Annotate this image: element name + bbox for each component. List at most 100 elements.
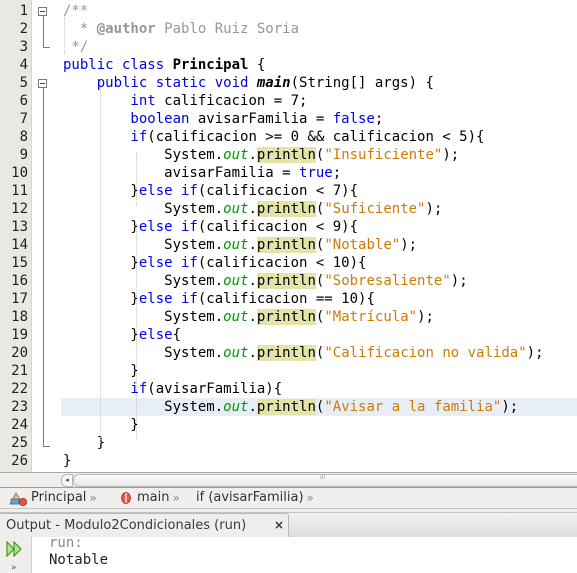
scroll-left-button[interactable]: ◂ bbox=[61, 474, 73, 487]
method-token: println bbox=[256, 201, 316, 217]
code-token: (calificacion == 10){ bbox=[197, 291, 375, 307]
indent-guide bbox=[136, 224, 137, 242]
code-line[interactable]: */ bbox=[63, 38, 88, 56]
code-token: avisarFamilia = bbox=[197, 111, 333, 127]
line-number: 8 bbox=[19, 129, 28, 145]
code-line[interactable]: System.out.println("Notable"); bbox=[63, 236, 417, 254]
code-line[interactable]: System.out.println("Suficiente"); bbox=[63, 200, 442, 218]
line-number: 16 bbox=[11, 273, 28, 289]
keyword-token: else bbox=[138, 327, 173, 343]
comment-token: @author bbox=[96, 21, 156, 37]
line-number: 15 bbox=[11, 255, 28, 271]
method-token: println bbox=[256, 309, 316, 325]
code-line[interactable]: System.out.println("Insuficiente"); bbox=[63, 146, 459, 164]
line-number-gutter: 1 2 3 4 5 6 7 8 9 10 11 12 13 14 15 16 17 18 19 20 21 22 23 24 2… bbox=[0, 0, 32, 472]
code-line[interactable]: }else{ bbox=[63, 326, 181, 344]
code-token: (String[] args) { bbox=[290, 75, 434, 91]
code-line[interactable]: /** bbox=[63, 2, 88, 20]
close-icon[interactable]: × bbox=[274, 514, 284, 537]
fold-line bbox=[43, 16, 44, 48]
horizontal-scrollbar[interactable]: ◂ III bbox=[0, 472, 577, 487]
code-line[interactable]: System.out.println("Sobresaliente"); bbox=[63, 272, 468, 290]
code-line[interactable]: if(calificacion >= 0 && calificacion < 5… bbox=[63, 128, 484, 146]
code-line[interactable]: if(avisarFamilia){ bbox=[63, 380, 282, 398]
code-token: ); bbox=[442, 147, 460, 163]
keyword-token: else if bbox=[138, 183, 198, 199]
breadcrumb-item-principal[interactable]: Principal » bbox=[8, 489, 97, 507]
field-token: out bbox=[223, 237, 249, 253]
code-token: System. bbox=[63, 399, 224, 415]
code-line[interactable]: }else if(calificacion < 9){ bbox=[63, 218, 358, 236]
code-token: System. bbox=[63, 147, 224, 163]
code-line[interactable]: boolean avisarFamilia = false; bbox=[63, 110, 383, 128]
code-line[interactable]: } bbox=[63, 434, 105, 452]
string-token: "Suficiente" bbox=[324, 201, 426, 217]
method-icon bbox=[121, 492, 131, 504]
line-number: 14 bbox=[11, 237, 28, 253]
keyword-token: else if bbox=[138, 291, 198, 307]
code-line[interactable]: public static void main(String[] args) { bbox=[63, 74, 434, 92]
tab-output[interactable]: Output - Modulo2Condicionales (run) × bbox=[0, 513, 289, 538]
more-actions-icon[interactable]: » bbox=[11, 563, 17, 573]
code-token: (calificacion >= 0 && calificacion < 5){ bbox=[147, 129, 485, 145]
indent-guide bbox=[136, 260, 137, 278]
code-token: (calificacion < 9){ bbox=[197, 219, 359, 235]
code-line[interactable]: }else if(calificacion < 7){ bbox=[63, 182, 358, 200]
method-token: println bbox=[256, 399, 316, 415]
code-token: System. bbox=[63, 345, 224, 361]
code-token: System. bbox=[63, 309, 224, 325]
code-token: ); bbox=[400, 237, 418, 253]
code-token: ); bbox=[417, 309, 434, 325]
field-token: out bbox=[223, 147, 249, 163]
fold-end bbox=[43, 47, 50, 48]
code-token: . bbox=[248, 237, 257, 253]
fold-toggle-icon[interactable] bbox=[38, 79, 47, 88]
keyword-token: boolean bbox=[63, 111, 198, 127]
line-number: 1 bbox=[19, 3, 28, 19]
method-token: println bbox=[256, 237, 316, 253]
keyword-token: int bbox=[63, 93, 165, 109]
indent-guide bbox=[136, 152, 137, 188]
code-token: main bbox=[256, 75, 291, 91]
code-line[interactable]: } bbox=[63, 452, 71, 470]
line-number: 25 bbox=[11, 435, 28, 451]
line-number: 9 bbox=[19, 147, 28, 163]
line-number: 19 bbox=[11, 327, 28, 343]
string-token: "Sobresaliente" bbox=[324, 273, 451, 289]
line-number: 23 bbox=[11, 399, 28, 415]
code-token: } bbox=[63, 435, 106, 451]
output-toolbar: » bbox=[0, 537, 32, 573]
field-token: out bbox=[223, 273, 249, 289]
rerun-icon[interactable] bbox=[6, 541, 24, 557]
output-tab-label: Output - Modulo2Condicionales (run) bbox=[6, 518, 247, 533]
output-line: Notable bbox=[49, 552, 109, 568]
keyword-token: public static void bbox=[63, 75, 257, 91]
code-token: (calificacion < 10){ bbox=[197, 255, 367, 271]
current-code-line[interactable]: System.out.println("Avisar a la familia"… bbox=[61, 398, 577, 416]
code-line[interactable]: System.out.println("Matrícula"); bbox=[63, 308, 434, 326]
fold-toggle-icon[interactable] bbox=[38, 7, 47, 16]
field-token: out bbox=[223, 201, 249, 217]
code-line[interactable]: }else if(calificacion < 10){ bbox=[63, 254, 366, 272]
code-token: ); bbox=[450, 273, 468, 289]
field-token: out bbox=[223, 309, 249, 325]
code-editor[interactable]: 1 2 3 4 5 6 7 8 9 10 11 12 13 14 15 16 17 18 19 20 21 22 23 24 2… bbox=[0, 0, 577, 472]
keyword-token: else if bbox=[138, 219, 198, 235]
line-number: 4 bbox=[19, 57, 28, 73]
line-number: 11 bbox=[11, 183, 28, 199]
code-token: avisarFamilia = bbox=[63, 165, 300, 181]
code-token: { bbox=[172, 327, 182, 343]
fold-end bbox=[43, 446, 50, 447]
breadcrumb-label: main bbox=[137, 490, 170, 505]
scrollbar-grip-icon: III bbox=[320, 474, 326, 481]
code-token: Principal bbox=[172, 57, 249, 73]
breadcrumb-item-if[interactable]: if (avisarFamilia) » bbox=[196, 489, 314, 507]
code-line[interactable]: }else if(calificacion == 10){ bbox=[63, 290, 375, 308]
breadcrumb-label: if (avisarFamilia) bbox=[196, 490, 304, 505]
line-number: 2 bbox=[19, 21, 28, 37]
output-tab-bar: Output - Modulo2Condicionales (run) × bbox=[0, 512, 577, 538]
breadcrumb-item-main[interactable]: main » bbox=[120, 489, 180, 507]
code-line[interactable]: * @author Pablo Ruiz Soria bbox=[63, 20, 299, 38]
code-line[interactable]: avisarFamilia = true; bbox=[63, 164, 341, 182]
code-line[interactable]: public class Principal { bbox=[63, 56, 265, 74]
